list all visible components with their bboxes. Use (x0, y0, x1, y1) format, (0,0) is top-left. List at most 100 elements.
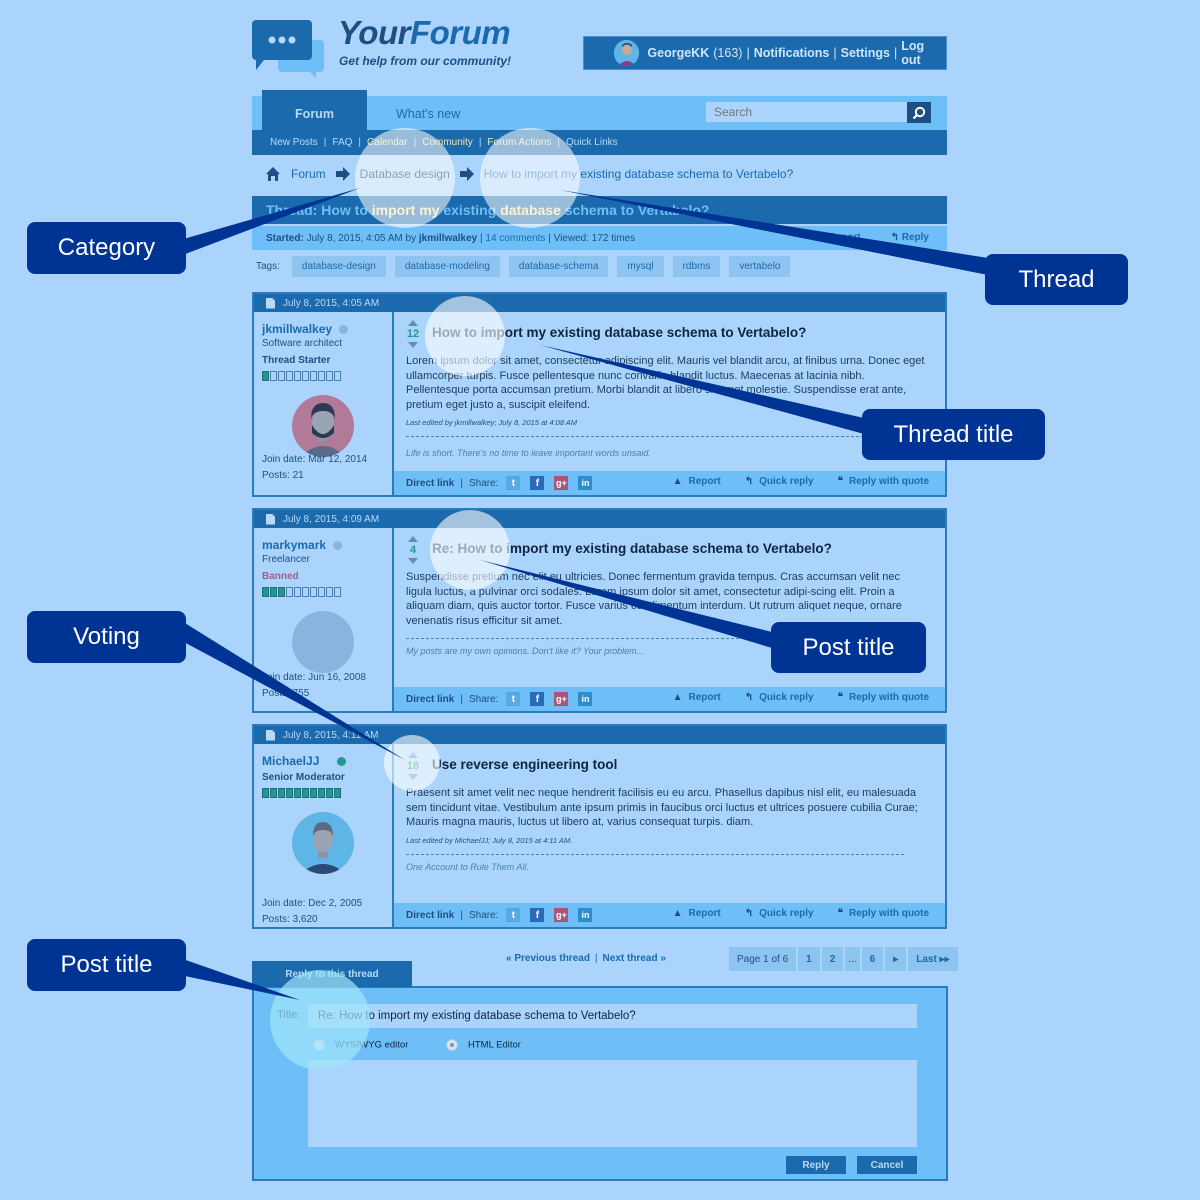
search-input[interactable] (706, 102, 908, 122)
breadcrumb-category[interactable]: Database design (360, 167, 450, 181)
report-button[interactable]: ▲ Report (673, 476, 721, 487)
subnav-forum-actions[interactable]: Forum Actions (487, 137, 551, 148)
wysiwyg-editor-option[interactable]: WYSIWYG editor (313, 1039, 408, 1051)
author-title: Freelancer (262, 554, 310, 565)
author-name[interactable]: MichaelJJ (262, 754, 319, 768)
thread-report-button[interactable]: ▲ Report (816, 232, 861, 243)
tag[interactable]: mysql (617, 256, 664, 277)
reply-title-input[interactable] (308, 1004, 917, 1028)
post-header: July 8, 2015, 4:05 AM (254, 294, 945, 312)
quick-reply-button[interactable]: ↰ Quick reply (745, 692, 814, 703)
downvote-icon[interactable] (408, 342, 418, 348)
thread-reply-button[interactable]: ↰ Reply (891, 232, 929, 243)
report-button[interactable]: ▲ Report (673, 692, 721, 703)
direct-link[interactable]: Direct link (406, 694, 454, 705)
tag[interactable]: database-modeling (394, 256, 500, 277)
thread-author-link[interactable]: jkmillwalkey (419, 233, 477, 244)
join-date: Join date: Dec 2, 2005 (262, 898, 363, 909)
facebook-icon[interactable]: f (530, 476, 545, 490)
facebook-icon[interactable]: f (530, 908, 545, 922)
linkedin-icon[interactable]: in (578, 908, 593, 922)
reputation-segment (310, 788, 317, 798)
avatar-placeholder[interactable] (292, 611, 354, 673)
last-page-link[interactable]: Last ▸▸ (908, 947, 958, 971)
linkedin-icon[interactable]: in (578, 692, 593, 706)
subnav-calendar[interactable]: Calendar (367, 137, 408, 148)
report-button[interactable]: ▲ Report (673, 908, 721, 919)
reply-with-quote-button[interactable]: ❝ Reply with quote (838, 476, 929, 487)
offline-status-icon (333, 540, 343, 550)
twitter-icon[interactable]: t (506, 476, 521, 490)
reputation-segment (334, 371, 341, 381)
home-icon[interactable] (265, 166, 281, 182)
reputation-segment (286, 788, 293, 798)
reply-tab[interactable]: Reply to this thread (252, 961, 412, 987)
avatar[interactable] (292, 395, 354, 457)
upvote-icon[interactable] (408, 320, 418, 326)
cancel-button[interactable]: Cancel (857, 1156, 917, 1174)
author-name[interactable]: markymark (262, 538, 326, 552)
page-ellipsis: ... (845, 947, 860, 971)
subnav-community[interactable]: Community (422, 137, 473, 148)
downvote-icon[interactable] (408, 774, 418, 780)
quick-reply-button[interactable]: ↰ Quick reply (745, 476, 814, 487)
upvote-icon[interactable] (408, 752, 418, 758)
previous-thread-link[interactable]: « Previous thread (506, 953, 590, 964)
post-text: Suspendisse pretium nec elit eu ultricie… (406, 571, 902, 627)
user-avatar[interactable] (614, 40, 640, 66)
tag[interactable]: rdbms (672, 256, 721, 277)
settings-link[interactable]: Settings (841, 46, 890, 60)
next-thread-link[interactable]: Next thread » (603, 953, 666, 964)
subnav-faq[interactable]: FAQ (332, 137, 352, 148)
logout-link[interactable]: Log out (901, 39, 946, 67)
tab-forum[interactable]: Forum (262, 90, 367, 130)
downvote-icon[interactable] (408, 558, 418, 564)
page-2[interactable]: 2 (821, 947, 844, 971)
search-button[interactable] (907, 102, 931, 123)
author-rank: Banned (262, 571, 299, 582)
tag[interactable]: database-schema (508, 256, 609, 277)
reply-with-quote-button[interactable]: ❝ Reply with quote (838, 908, 929, 919)
logo-wordmark[interactable]: YourForum (338, 14, 511, 52)
twitter-icon[interactable]: t (506, 908, 521, 922)
google-plus-icon[interactable]: g+ (554, 908, 569, 922)
breadcrumb-forum[interactable]: Forum (291, 167, 326, 181)
linkedin-icon[interactable]: in (578, 476, 593, 490)
subnav-quick-links[interactable]: Quick Links (566, 137, 618, 148)
reply-editor[interactable] (308, 1060, 917, 1147)
facebook-icon[interactable]: f (530, 692, 545, 706)
notifications-link[interactable]: Notifications (754, 46, 830, 60)
direct-link[interactable]: Direct link (406, 910, 454, 921)
radio-selected[interactable] (446, 1039, 458, 1051)
pagination: Page 1 of 6 1 2 ... 6 ▸ Last ▸▸ (729, 947, 958, 971)
reply-with-quote-button[interactable]: ❝ Reply with quote (838, 692, 929, 703)
comments-link[interactable]: 14 comments (485, 233, 545, 244)
author-name[interactable]: jkmillwalkey (262, 322, 332, 336)
reply-button[interactable]: Reply (786, 1156, 846, 1174)
next-page-icon[interactable]: ▸ (885, 947, 907, 971)
page-1[interactable]: 1 (798, 947, 820, 971)
breadcrumb-thread[interactable]: How to import my existing database schem… (484, 167, 794, 181)
google-plus-icon[interactable]: g+ (554, 692, 569, 706)
tag[interactable]: database-design (291, 256, 386, 277)
reputation-segment (278, 788, 285, 798)
upvote-icon[interactable] (408, 536, 418, 542)
breadcrumb: Forum Database design How to import my e… (265, 166, 793, 182)
twitter-icon[interactable]: t (506, 692, 521, 706)
quick-reply-button[interactable]: ↰ Quick reply (745, 908, 814, 919)
join-date: Join date: Jun 16, 2008 (262, 672, 366, 683)
radio-unselected[interactable] (313, 1039, 325, 1051)
avatar[interactable] (292, 812, 354, 874)
username-link[interactable]: GeorgeKK (647, 46, 709, 60)
tab-whats-new[interactable]: What's new (396, 107, 460, 121)
google-plus-icon[interactable]: g+ (554, 476, 569, 490)
callout-category: Category (27, 222, 186, 274)
html-editor-option[interactable]: HTML Editor (446, 1039, 521, 1051)
page-6[interactable]: 6 (861, 947, 884, 971)
subnav-new-posts[interactable]: New Posts (270, 137, 318, 148)
direct-link[interactable]: Direct link (406, 478, 454, 489)
tag[interactable]: vertabelo (729, 256, 791, 277)
reputation-segment (310, 371, 317, 381)
reputation-segment (302, 371, 309, 381)
post-title: Use reverse engineering tool (432, 757, 618, 772)
